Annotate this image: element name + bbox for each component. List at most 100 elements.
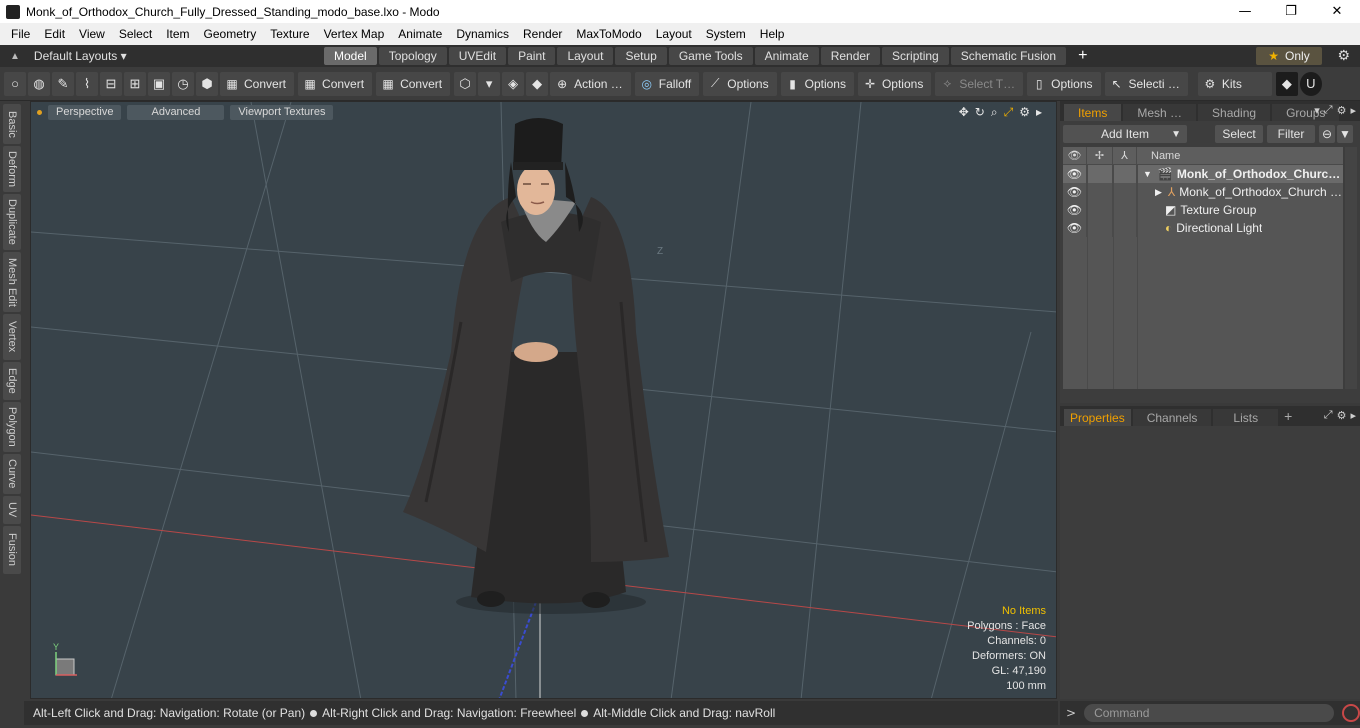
maximize-button[interactable]: ❐ bbox=[1268, 0, 1314, 23]
tab-animate[interactable]: Animate bbox=[754, 47, 819, 65]
viewport-more-icon[interactable]: ▸ bbox=[1036, 105, 1042, 120]
panel-dropdown-icon[interactable]: ▾ bbox=[1314, 104, 1320, 117]
expand-arrow-icon[interactable]: ▶ bbox=[1155, 187, 1162, 198]
tab-render[interactable]: Render bbox=[820, 47, 881, 65]
collapse-arrow-icon[interactable]: ▲ bbox=[10, 51, 20, 62]
menu-vertex-map[interactable]: Vertex Map bbox=[317, 27, 392, 41]
menu-dynamics[interactable]: Dynamics bbox=[449, 27, 516, 41]
menu-system[interactable]: System bbox=[699, 27, 753, 41]
options-button-3[interactable]: ✛ Options bbox=[857, 71, 932, 96]
viewport-textures-dropdown[interactable]: Viewport Textures bbox=[230, 104, 334, 120]
tab-lists[interactable]: Lists bbox=[1213, 409, 1279, 426]
left-tab-edge[interactable]: Edge bbox=[3, 362, 21, 400]
left-tab-duplicate[interactable]: Duplicate bbox=[3, 194, 21, 250]
list-item[interactable]: 👁 ▼ 🎬 Monk_of_Orthodox_Churc… bbox=[1063, 165, 1343, 183]
panel-more-icon[interactable]: ▸ bbox=[1350, 104, 1356, 117]
menu-edit[interactable]: Edit bbox=[37, 27, 72, 41]
gear-icon[interactable]: ⚙ bbox=[1337, 47, 1350, 64]
snap-icon[interactable]: ◆ bbox=[526, 71, 549, 96]
selection-button[interactable]: ↖ Selecti … bbox=[1104, 71, 1188, 96]
list-item[interactable]: 👁 ▶ ⅄ Monk_of_Orthodox_Church … bbox=[1063, 183, 1343, 201]
edge-mode-icon[interactable]: ⊟ bbox=[100, 71, 122, 96]
material-mode-icon[interactable]: ◷ bbox=[172, 71, 194, 96]
visibility-column-icon[interactable]: 👁 bbox=[1063, 147, 1087, 164]
add-item-button[interactable]: Add Item ▼ bbox=[1063, 125, 1187, 143]
menu-geometry[interactable]: Geometry bbox=[197, 27, 264, 41]
panel-gear-icon[interactable]: ⚙ bbox=[1337, 409, 1347, 422]
lock-column-icon[interactable]: ✢ bbox=[1087, 147, 1113, 164]
symmetry-icon[interactable]: ◈ bbox=[502, 71, 525, 96]
item-mode-icon[interactable]: ▣ bbox=[148, 71, 170, 96]
rotate-icon[interactable]: ↻ bbox=[975, 105, 985, 120]
unreal-icon[interactable]: U bbox=[1299, 71, 1322, 96]
pen-icon[interactable]: ✎ bbox=[52, 71, 74, 96]
tab-mesh[interactable]: Mesh … bbox=[1123, 104, 1197, 121]
items-scrollbar[interactable] bbox=[1345, 147, 1357, 389]
close-button[interactable]: ✕ bbox=[1314, 0, 1360, 23]
tab-schematic-fusion[interactable]: Schematic Fusion bbox=[950, 47, 1067, 65]
vertex-mode-icon[interactable]: ○ bbox=[4, 71, 26, 96]
eye-icon[interactable]: 👁 bbox=[1063, 183, 1087, 201]
left-tab-deform[interactable]: Deform bbox=[3, 146, 21, 192]
list-item[interactable]: 👁 ◐ Directional Light bbox=[1063, 219, 1343, 237]
tab-paint[interactable]: Paint bbox=[508, 47, 556, 65]
menu-select[interactable]: Select bbox=[112, 27, 159, 41]
falloff-button[interactable]: ◎ Falloff bbox=[634, 71, 700, 96]
convert-button-2[interactable]: ▦ Convert bbox=[298, 71, 373, 96]
tab-model[interactable]: Model bbox=[324, 47, 377, 65]
tab-uvedit[interactable]: UVEdit bbox=[448, 47, 507, 65]
shield-icon[interactable]: ⬢ bbox=[196, 71, 218, 96]
globe-icon[interactable]: ◍ bbox=[28, 71, 50, 96]
tab-channels[interactable]: Channels bbox=[1132, 409, 1212, 426]
options-button-2[interactable]: ▮ Options bbox=[780, 71, 854, 96]
tab-layout[interactable]: Layout bbox=[557, 47, 614, 65]
left-tab-mesh-edit[interactable]: Mesh Edit bbox=[3, 252, 21, 312]
name-column-header[interactable]: Name bbox=[1137, 150, 1180, 162]
box-icon[interactable]: ⬡ bbox=[454, 71, 477, 96]
unity-icon[interactable]: ◆ bbox=[1275, 71, 1298, 96]
eye-icon[interactable]: 👁 bbox=[1063, 165, 1087, 183]
add-tab-button[interactable]: + bbox=[1078, 47, 1087, 65]
left-tab-fusion[interactable]: Fusion bbox=[3, 526, 21, 574]
command-input[interactable] bbox=[1084, 704, 1335, 722]
maximize-viewport-icon[interactable]: ⤢ bbox=[1004, 105, 1014, 120]
menu-item[interactable]: Item bbox=[159, 27, 196, 41]
dropdown-arrow-icon[interactable]: ▾ bbox=[478, 71, 501, 96]
menu-render[interactable]: Render bbox=[516, 27, 569, 41]
select-button[interactable]: Select bbox=[1215, 125, 1263, 143]
tab-game-tools[interactable]: Game Tools bbox=[668, 47, 753, 65]
left-tab-polygon[interactable]: Polygon bbox=[3, 402, 21, 452]
panel-gear-icon[interactable]: ⚙ bbox=[1337, 104, 1347, 117]
panel-expand-icon[interactable]: ⤢ bbox=[1324, 104, 1333, 117]
eye-icon[interactable]: 👁 bbox=[1063, 219, 1087, 237]
left-tab-vertex[interactable]: Vertex bbox=[3, 314, 21, 360]
kits-button[interactable]: ⚙ Kits bbox=[1197, 71, 1272, 96]
polygon-mode-icon[interactable]: ⊞ bbox=[124, 71, 146, 96]
tab-properties[interactable]: Properties bbox=[1064, 409, 1131, 426]
select-through-button[interactable]: ⟡ Select T… bbox=[935, 71, 1024, 96]
brush-icon[interactable]: ⌇ bbox=[76, 71, 98, 96]
eye-icon[interactable]: 👁 bbox=[1063, 201, 1087, 219]
tab-scripting[interactable]: Scripting bbox=[882, 47, 949, 65]
list-item[interactable]: 👁 ◩ Texture Group bbox=[1063, 201, 1343, 219]
tab-items[interactable]: Items bbox=[1064, 104, 1122, 121]
default-layouts-dropdown[interactable]: ▲ Default Layouts ▾ bbox=[0, 49, 130, 63]
3d-viewport[interactable]: Y Z Perspective Advanced Viewport Textur… bbox=[30, 101, 1057, 699]
menu-help[interactable]: Help bbox=[753, 27, 792, 41]
shading-advanced-dropdown[interactable]: Advanced bbox=[127, 104, 225, 120]
menu-layout[interactable]: Layout bbox=[649, 27, 699, 41]
tab-shading[interactable]: Shading bbox=[1198, 104, 1271, 121]
pan-icon[interactable]: ✥ bbox=[959, 105, 969, 120]
options-button-1[interactable]: ⟋ Options bbox=[703, 71, 777, 96]
left-tab-uv[interactable]: UV bbox=[3, 496, 21, 524]
expand-arrow-icon[interactable]: ▼ bbox=[1143, 169, 1152, 179]
viewport-menu-dot[interactable] bbox=[37, 109, 42, 115]
menu-animate[interactable]: Animate bbox=[391, 27, 449, 41]
options-button-4[interactable]: ▯ Options bbox=[1027, 71, 1101, 96]
filter-button[interactable]: Filter bbox=[1267, 125, 1315, 143]
action-center-button[interactable]: ⊕ Action … bbox=[550, 71, 631, 96]
left-tab-basic[interactable]: Basic bbox=[3, 104, 21, 144]
convert-button-1[interactable]: ▦ Convert bbox=[220, 71, 295, 96]
zoom-icon[interactable]: ⌕ bbox=[991, 105, 998, 120]
only-toggle[interactable]: ★ Only bbox=[1256, 47, 1322, 65]
